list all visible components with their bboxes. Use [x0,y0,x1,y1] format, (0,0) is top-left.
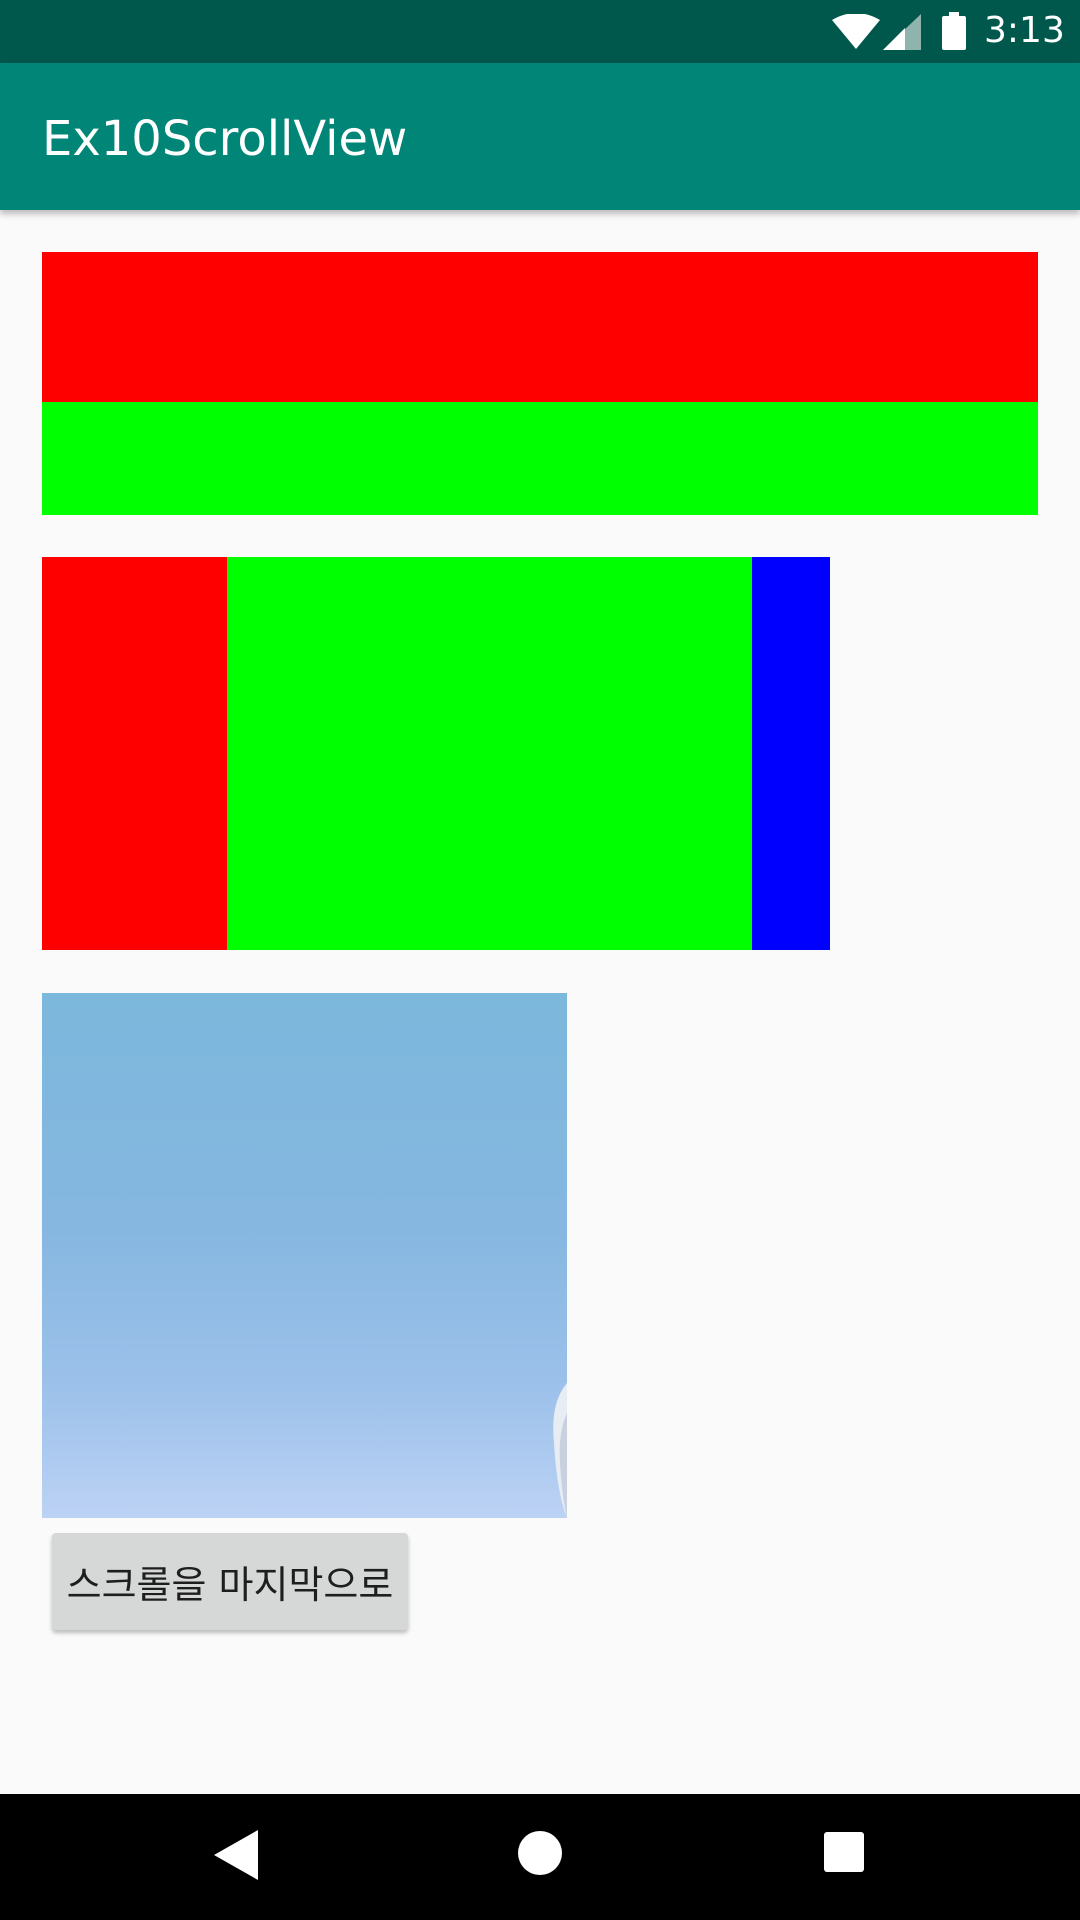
vertical-red-block [42,252,1038,402]
vertical-green-block [42,402,1038,515]
back-icon[interactable] [214,1830,258,1880]
sky-image-graphic [553,1383,567,1518]
battery-icon [942,12,966,50]
recents-icon[interactable] [824,1832,864,1872]
horizontal-red-block [42,557,227,950]
sky-image [42,993,567,1518]
horizontal-blue-block [752,557,830,950]
app-bar: Ex10ScrollView [0,63,1080,210]
home-icon[interactable] [518,1831,562,1875]
app-title: Ex10ScrollView [42,111,408,167]
navigation-bar [0,1794,1080,1920]
horizontal-green-block [227,557,752,950]
status-bar: 3:13 [0,0,1080,63]
cell-signal-icon [883,14,921,50]
scroll-to-end-button[interactable]: 스크롤을 마지막으로 [52,1533,408,1630]
wifi-icon [832,14,880,49]
status-time: 3:13 [984,10,1065,51]
